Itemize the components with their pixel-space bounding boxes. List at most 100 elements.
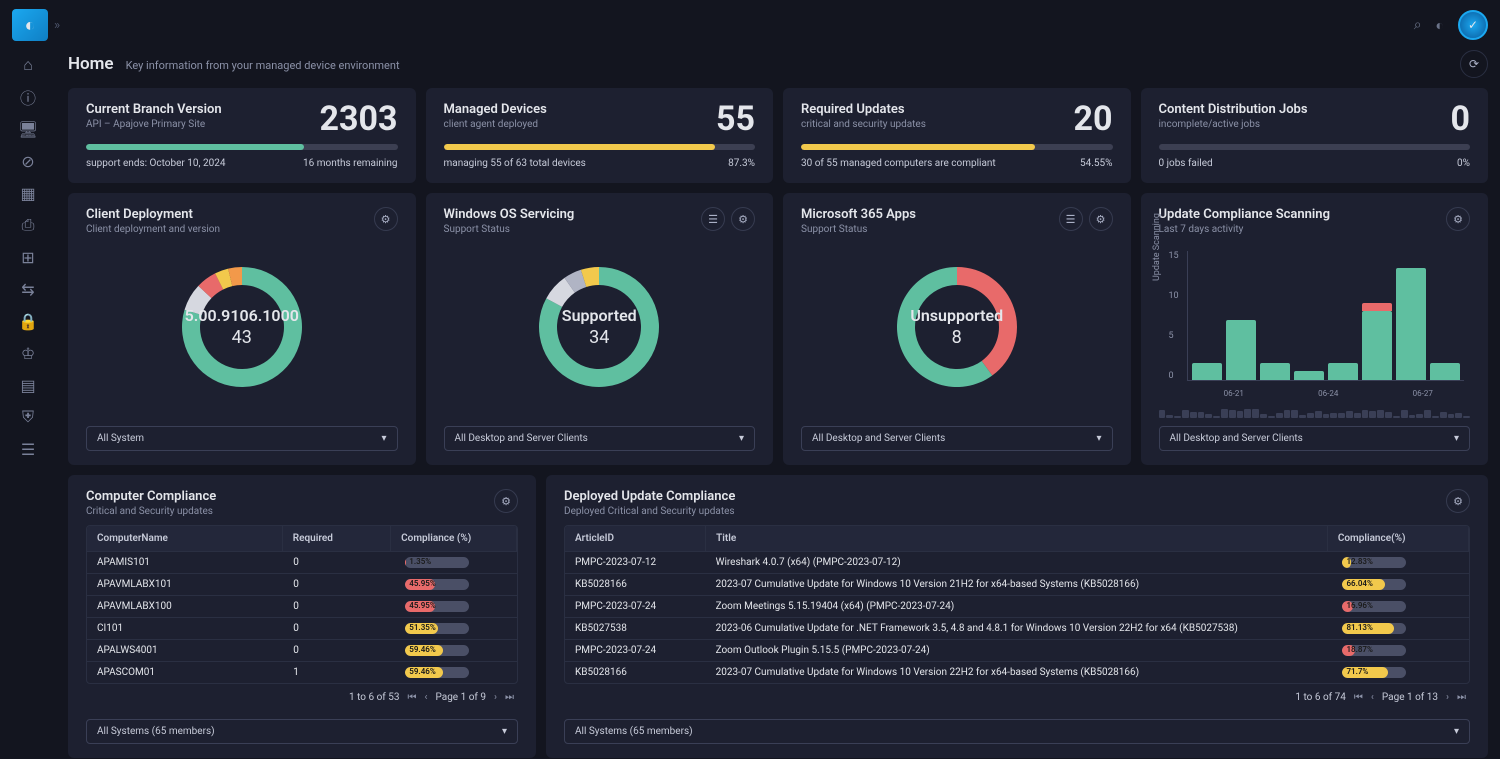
apps-icon[interactable]: ▦ xyxy=(19,184,37,202)
gear-icon[interactable]: ⚙ xyxy=(1446,489,1470,513)
refresh-button[interactable]: ⟳ xyxy=(1460,50,1488,78)
stat-subtitle: incomplete/active jobs xyxy=(1159,119,1308,130)
shield-icon[interactable]: ⛨ xyxy=(19,408,37,426)
card-title: Computer Compliance xyxy=(86,489,216,504)
table-row[interactable]: APALWS4001059.46% xyxy=(87,639,517,661)
deployed-update-compliance-card: Deployed Update Compliance Deployed Crit… xyxy=(546,475,1488,758)
table-row[interactable]: APASCOM01159.46% xyxy=(87,661,517,683)
table-row[interactable]: APAMIS10101.35% xyxy=(87,551,517,573)
user-avatar[interactable]: ✓ xyxy=(1458,10,1488,40)
table-row[interactable]: PMPC-2023-07-24Zoom Meetings 5.15.19404 … xyxy=(565,595,1469,617)
chevron-down-icon: ▾ xyxy=(1096,433,1101,444)
first-page-button[interactable]: ⏮ xyxy=(407,692,416,703)
chevron-down-icon: ▾ xyxy=(739,433,744,444)
donut-center-value: 43 xyxy=(185,327,299,348)
prev-page-button[interactable]: ‹ xyxy=(424,692,427,703)
stat-subtitle: API – Apajove Primary Site xyxy=(86,119,222,130)
chevron-down-icon: ▾ xyxy=(1454,433,1459,444)
info-icon[interactable]: ⓘ xyxy=(19,88,37,106)
home-icon[interactable]: ⌂ xyxy=(19,56,37,74)
donut-center-label: Unsupported xyxy=(910,306,1003,325)
table-row[interactable]: APAVMLABX101045.95% xyxy=(87,573,517,595)
pager-page: Page 1 of 9 xyxy=(436,692,486,703)
app-logo[interactable]: ◐ xyxy=(12,9,48,41)
last-page-button[interactable]: ⏭ xyxy=(1457,692,1466,703)
stat-card: Required Updates critical and security up… xyxy=(783,88,1131,183)
hierarchy-icon[interactable]: ♔ xyxy=(19,344,37,362)
chart-card: Windows OS ServicingSupport Status☰⚙Supp… xyxy=(426,193,774,465)
theme-toggle-icon[interactable]: ◐ xyxy=(1436,17,1444,34)
collection-select[interactable]: All Systems (65 members)▾ xyxy=(564,719,1470,744)
chevron-down-icon: ▾ xyxy=(502,726,507,737)
stat-value: 20 xyxy=(1073,102,1112,136)
search-icon[interactable]: ⌕ xyxy=(1414,17,1422,33)
chevron-down-icon: ▾ xyxy=(381,433,386,444)
stat-subtitle: critical and security updates xyxy=(801,119,926,130)
col-header[interactable]: Compliance(%) xyxy=(1328,526,1469,551)
gear-icon[interactable]: ⚙ xyxy=(1446,207,1470,231)
last-page-button[interactable]: ⏭ xyxy=(505,692,514,703)
stat-foot-right: 54.55% xyxy=(1080,158,1112,169)
computer-compliance-card: Computer Compliance Critical and Securit… xyxy=(68,475,536,758)
stat-title: Required Updates xyxy=(801,102,926,117)
col-header[interactable]: ComputerName xyxy=(87,526,283,551)
devices-icon[interactable]: 🖥 xyxy=(19,120,37,138)
collection-select[interactable]: All System▾ xyxy=(86,426,398,451)
card-title: Deployed Update Compliance xyxy=(564,489,735,504)
stat-subtitle: client agent deployed xyxy=(444,119,547,130)
next-page-button[interactable]: › xyxy=(1446,692,1449,703)
chart-card: Client Deployment Client deployment and v… xyxy=(68,193,416,465)
stat-card: Content Distribution Jobs incomplete/acti… xyxy=(1141,88,1489,183)
collection-select[interactable]: All Desktop and Server Clients▾ xyxy=(801,426,1113,451)
prev-page-button[interactable]: ‹ xyxy=(1371,692,1374,703)
first-page-button[interactable]: ⏮ xyxy=(1354,692,1363,703)
list-icon[interactable]: ☰ xyxy=(1059,207,1083,231)
grid-icon[interactable]: ⊞ xyxy=(19,248,37,266)
donut-center-label: 5.00.9106.1000 xyxy=(185,306,299,325)
table-row[interactable]: PMPC-2023-07-12Wireshark 4.0.7 (x64) (PM… xyxy=(565,551,1469,573)
col-header[interactable]: Required xyxy=(283,526,391,551)
expand-sidebar-icon[interactable]: » xyxy=(54,18,60,33)
next-page-button[interactable]: › xyxy=(494,692,497,703)
col-header[interactable]: Title xyxy=(706,526,1328,551)
card-subtitle: Critical and Security updates xyxy=(86,506,216,517)
card-title: Update Compliance Scanning xyxy=(1159,207,1330,222)
stat-title: Content Distribution Jobs xyxy=(1159,102,1308,117)
table-row[interactable]: KB50281662023-07 Cumulative Update for W… xyxy=(565,661,1469,683)
deploy-icon[interactable]: ⎙ xyxy=(19,216,37,234)
list-icon[interactable]: ☰ xyxy=(701,207,725,231)
col-header[interactable]: ArticleID xyxy=(565,526,706,551)
card-subtitle: Deployed Critical and Security updates xyxy=(564,506,735,517)
card-subtitle: Client deployment and version xyxy=(86,224,220,235)
pager-range: 1 to 6 of 53 xyxy=(349,692,399,703)
database-icon[interactable]: ☰ xyxy=(19,440,37,458)
gear-icon[interactable]: ⚙ xyxy=(374,207,398,231)
collection-select[interactable]: All Desktop and Server Clients▾ xyxy=(1159,426,1471,451)
stat-card: Managed Devicesclient agent deployed55ma… xyxy=(426,88,774,183)
table-row[interactable]: APAVMLABX100045.95% xyxy=(87,595,517,617)
table-row[interactable]: KB50275382023-06 Cumulative Update for .… xyxy=(565,617,1469,639)
col-header[interactable]: Compliance (%) xyxy=(391,526,517,551)
pager-range: 1 to 6 of 74 xyxy=(1295,692,1345,703)
gear-icon[interactable]: ⚙ xyxy=(731,207,755,231)
server-icon[interactable]: ▤ xyxy=(19,376,37,394)
gear-icon[interactable]: ⚙ xyxy=(494,489,518,513)
block-icon[interactable]: ⊘ xyxy=(19,152,37,170)
page-subtitle: Key information from your managed device… xyxy=(126,59,400,72)
card-title: Client Deployment xyxy=(86,207,220,222)
stat-foot-left: 0 jobs failed xyxy=(1159,158,1213,169)
table-row[interactable]: PMPC-2023-07-24Zoom Outlook Plugin 5.15.… xyxy=(565,639,1469,661)
gear-icon[interactable]: ⚙ xyxy=(1089,207,1113,231)
stat-foot-left: 30 of 55 managed computers are compliant xyxy=(801,158,996,169)
stat-value: 2303 xyxy=(319,102,397,136)
lock-icon[interactable]: 🔒 xyxy=(19,312,37,330)
table-row[interactable]: CI101051.35% xyxy=(87,617,517,639)
table-row[interactable]: KB50281662023-07 Cumulative Update for W… xyxy=(565,573,1469,595)
collection-select[interactable]: All Desktop and Server Clients▾ xyxy=(444,426,756,451)
stat-title: Managed Devices xyxy=(444,102,547,117)
collection-select[interactable]: All Systems (65 members)▾ xyxy=(86,719,518,744)
chart-card: Update Compliance ScanningLast 7 days ac… xyxy=(1141,193,1489,465)
donut-center-label: Supported xyxy=(562,306,637,325)
chart-card: Microsoft 365 AppsSupport Status☰⚙Unsupp… xyxy=(783,193,1131,465)
share-icon[interactable]: ⇆ xyxy=(19,280,37,298)
